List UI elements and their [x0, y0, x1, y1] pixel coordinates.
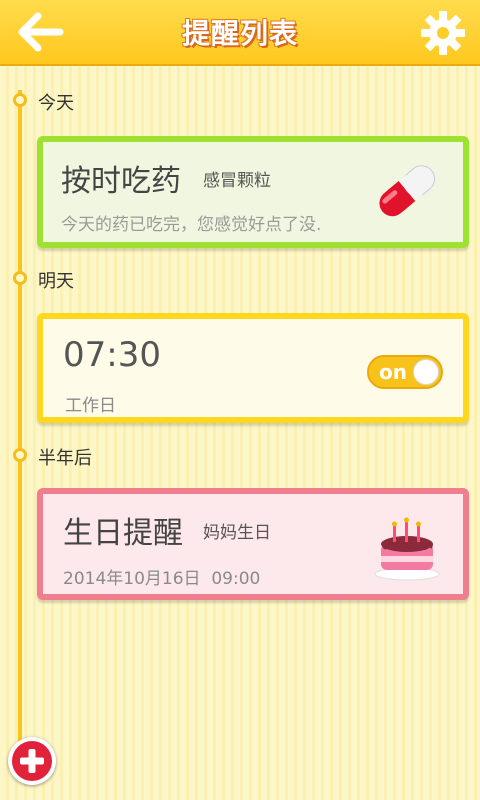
card-title: 按时吃药 — [61, 164, 181, 199]
reminder-card-alarm[interactable]: 07:30 工作日 on — [37, 313, 469, 423]
gear-icon — [421, 11, 465, 55]
card-description: 今天的药已吃完，您感觉好点了没. — [61, 215, 322, 235]
page-title: 提醒列表 — [181, 17, 298, 50]
timeline-line — [18, 90, 22, 760]
reminder-card-medicine[interactable]: 按时吃药 感冒颗粒 今天的药已吃完，您感觉好点了没. — [37, 136, 469, 248]
alarm-repeat: 工作日 — [65, 396, 116, 416]
section-label-half-year: 半年后 — [38, 448, 92, 469]
birthday-cake-icon — [374, 517, 440, 581]
alarm-toggle[interactable]: on — [367, 355, 443, 389]
alarm-time: 07:30 — [63, 335, 161, 375]
add-reminder-button[interactable] — [8, 737, 56, 785]
timeline-dot — [13, 93, 27, 107]
card-datetime: 2014年10月16日 09:00 — [63, 569, 261, 589]
toggle-label: on — [379, 360, 407, 384]
toggle-knob — [413, 359, 439, 385]
pill-capsule-icon — [379, 165, 436, 217]
section-label-today: 今天 — [38, 93, 74, 114]
timeline-dot — [13, 448, 27, 462]
timeline-dot — [13, 271, 27, 285]
plus-icon — [12, 741, 52, 781]
card-subtitle: 感冒颗粒 — [203, 171, 271, 191]
title-bar: 提醒列表 — [0, 0, 480, 66]
section-label-tomorrow: 明天 — [38, 271, 74, 292]
card-subtitle: 妈妈生日 — [203, 523, 271, 543]
settings-button[interactable] — [418, 8, 468, 58]
card-title: 生日提醒 — [63, 516, 183, 551]
reminder-card-birthday[interactable]: 生日提醒 妈妈生日 2014年10月16日 09:00 — [37, 488, 469, 600]
